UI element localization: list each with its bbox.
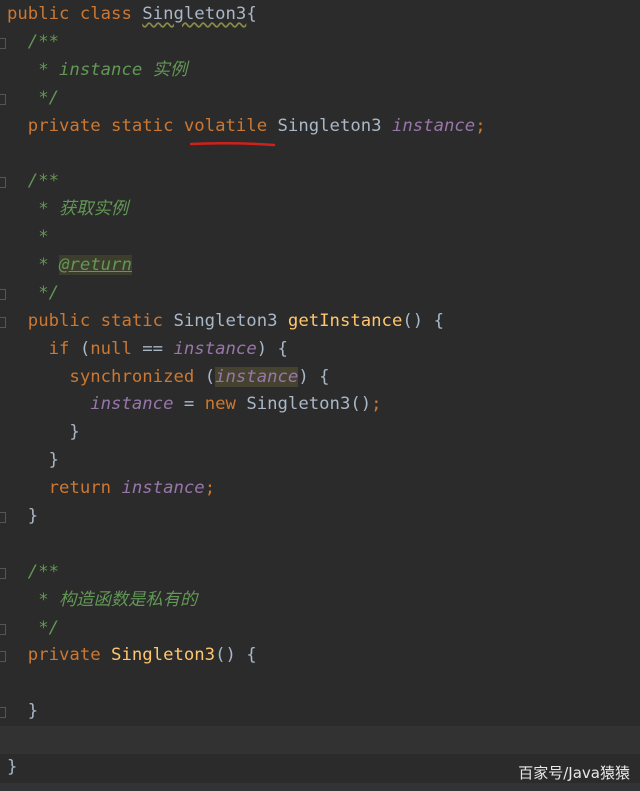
code-line[interactable]: * instance 实例 xyxy=(0,57,640,85)
code-line[interactable]: } xyxy=(0,447,640,475)
code-token: */ xyxy=(7,617,60,638)
fold-marker-icon[interactable] xyxy=(0,623,6,635)
code-token: instance xyxy=(215,366,299,387)
code-token: Singleton3() xyxy=(246,394,372,415)
code-token: /** xyxy=(7,171,60,192)
code-token: } xyxy=(7,422,80,443)
code-line[interactable]: */ xyxy=(0,280,640,308)
code-line[interactable]: public static Singleton3 getInstance() { xyxy=(0,308,640,336)
code-token: { xyxy=(246,4,257,24)
code-token: ( xyxy=(79,338,91,359)
code-line[interactable] xyxy=(0,670,640,698)
code-token: instance xyxy=(7,394,174,415)
code-line[interactable]: instance = new Singleton3(); xyxy=(0,391,640,419)
watermark: 百家号/Java猿猿 xyxy=(518,764,630,782)
code-token: == xyxy=(131,338,174,359)
code-line[interactable]: /** xyxy=(0,168,640,196)
code-line[interactable]: return instance; xyxy=(0,475,640,503)
code-token: if xyxy=(7,338,80,359)
fold-marker-icon[interactable] xyxy=(0,177,6,189)
code-token: public static xyxy=(7,310,174,331)
code-line[interactable]: } xyxy=(0,503,640,531)
code-token: public class xyxy=(7,4,143,24)
code-token: volatile xyxy=(183,115,268,136)
code-token: instance xyxy=(173,338,257,359)
fold-marker-icon[interactable] xyxy=(0,651,6,663)
code-token: } xyxy=(7,450,60,471)
code-token: Singleton3 xyxy=(267,115,392,136)
fold-marker-icon[interactable] xyxy=(0,316,6,328)
code-token: */ xyxy=(7,282,60,303)
code-line[interactable] xyxy=(0,140,640,168)
fold-marker-icon[interactable] xyxy=(0,512,6,524)
code-token: ) { xyxy=(298,366,330,387)
code-line[interactable]: */ xyxy=(0,85,640,113)
code-token: Singleton3 xyxy=(111,645,216,666)
code-token: Singleton3 xyxy=(173,310,288,331)
code-line[interactable]: if (null == instance) { xyxy=(0,336,640,364)
code-token: /** xyxy=(7,31,60,52)
code-token: /** xyxy=(7,561,60,582)
code-token: private static xyxy=(7,115,184,136)
code-token: ( xyxy=(204,366,216,387)
fold-marker-icon[interactable] xyxy=(0,37,6,49)
code-token: return xyxy=(7,478,122,499)
code-token: ; xyxy=(371,394,382,415)
code-token: synchronized xyxy=(7,366,205,387)
code-line[interactable]: * xyxy=(0,224,640,252)
code-line[interactable]: * 构造函数是私有的 xyxy=(0,587,640,615)
code-token: instance xyxy=(121,478,205,499)
code-token: } xyxy=(7,701,39,722)
fold-marker-icon[interactable] xyxy=(0,288,6,300)
code-token: @return xyxy=(59,255,132,276)
editor-bottom-edge xyxy=(0,783,640,791)
code-editor[interactable]: public class Singleton3{ /** * instance … xyxy=(0,1,640,782)
code-line[interactable]: * 获取实例 xyxy=(0,196,640,224)
code-token: ; xyxy=(204,478,216,499)
code-token: ; xyxy=(475,115,486,136)
code-token: } xyxy=(7,506,39,527)
code-line[interactable]: } xyxy=(0,419,640,447)
code-line[interactable]: } xyxy=(0,698,640,726)
code-token: Singleton3 xyxy=(142,4,247,24)
code-token: private xyxy=(7,645,112,666)
code-token: * 构造函数是私有的 xyxy=(7,589,198,610)
fold-marker-icon[interactable] xyxy=(0,707,6,719)
code-line[interactable]: synchronized (instance) { xyxy=(0,364,640,392)
code-line[interactable]: /** xyxy=(0,559,640,587)
code-line[interactable]: /** xyxy=(0,29,640,57)
code-token: * xyxy=(7,227,49,248)
code-token: ) { xyxy=(256,338,288,359)
code-token: new xyxy=(204,394,247,415)
code-line[interactable] xyxy=(0,531,640,559)
code-token: getInstance xyxy=(287,310,403,331)
fold-marker-icon[interactable] xyxy=(0,567,6,579)
code-token: * instance 实例 xyxy=(7,59,188,80)
code-token: * xyxy=(7,255,60,276)
code-token: null xyxy=(90,338,132,359)
fold-marker-icon[interactable] xyxy=(0,93,6,105)
code-line[interactable]: public class Singleton3{ xyxy=(0,1,640,29)
code-line[interactable]: private Singleton3() { xyxy=(0,642,640,670)
code-line[interactable]: */ xyxy=(0,615,640,643)
code-token: = xyxy=(173,394,205,415)
code-line[interactable]: * @return xyxy=(0,252,640,280)
code-token: * 获取实例 xyxy=(7,199,129,220)
code-token: () { xyxy=(215,645,257,666)
code-line[interactable] xyxy=(0,726,640,755)
code-token: instance xyxy=(391,115,476,136)
code-line[interactable]: private static volatile Singleton3 insta… xyxy=(0,113,640,141)
red-hand-drawn-underline xyxy=(190,141,276,147)
code-token: } xyxy=(7,757,18,778)
code-token: */ xyxy=(7,87,60,108)
code-token: () { xyxy=(402,310,444,331)
